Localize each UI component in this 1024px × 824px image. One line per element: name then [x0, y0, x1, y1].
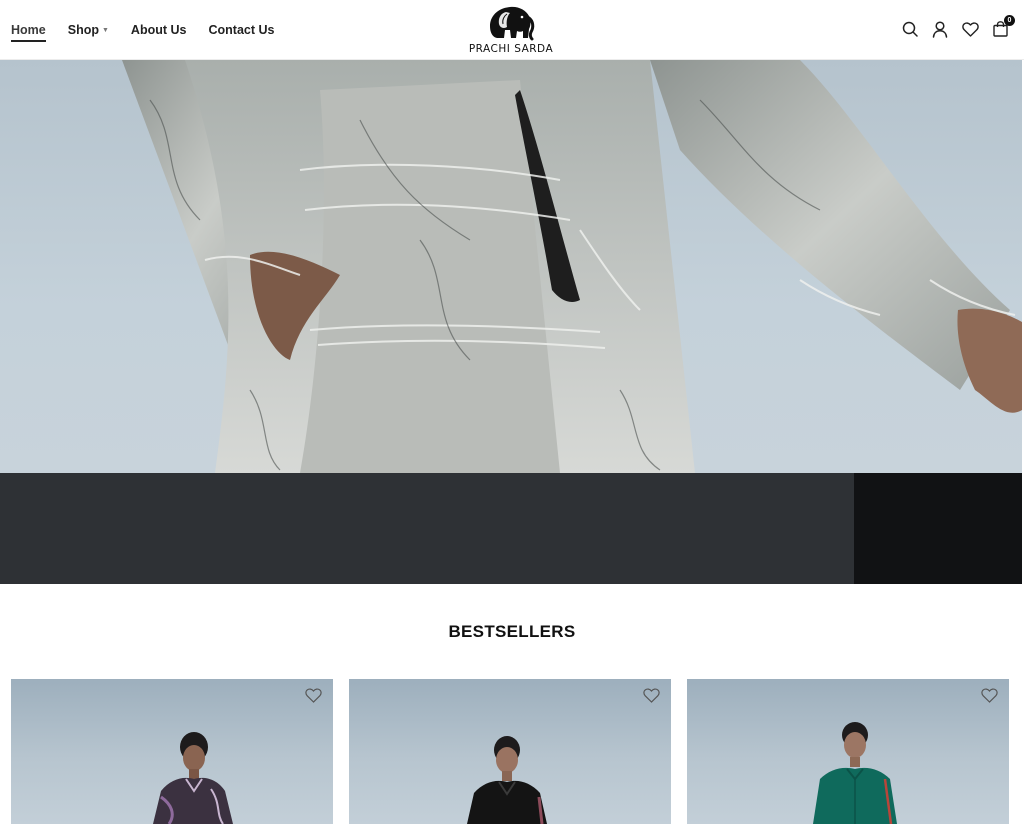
header-actions: 0	[890, 15, 1015, 39]
user-icon[interactable]	[930, 19, 950, 39]
heart-icon[interactable]	[643, 688, 661, 704]
hero-image	[122, 60, 1022, 473]
nav-home-link[interactable]: Home	[11, 23, 46, 42]
product-grid	[11, 679, 1011, 824]
heart-icon[interactable]	[305, 688, 323, 704]
site-header: Home Shop ▼ About Us Contact Us PRACHI SA…	[0, 0, 1024, 60]
cart-count-badge: 0	[1004, 15, 1015, 26]
heart-icon[interactable]	[981, 688, 999, 704]
banner-shadow	[854, 473, 1022, 584]
nav-shop-label: Shop	[67, 23, 99, 37]
nav-shop-link[interactable]: Shop ▼	[68, 23, 109, 37]
hero-banner[interactable]	[0, 60, 1022, 473]
section-title: BESTSELLERS	[448, 622, 576, 641]
nav-contact-label: Contact Us	[208, 23, 275, 37]
shopping-bag-icon[interactable]: 0	[990, 15, 1015, 39]
heart-icon[interactable]	[960, 19, 980, 39]
elephant-icon	[490, 6, 535, 41]
product-image	[467, 736, 547, 824]
dark-banner-strip	[0, 473, 1022, 584]
search-icon[interactable]	[900, 19, 920, 39]
product-card[interactable]	[687, 679, 1009, 824]
main-nav: Home Shop ▼ About Us Contact Us	[11, 0, 296, 60]
nav-about-link[interactable]: About Us	[131, 23, 187, 37]
nav-home-label: Home	[11, 23, 46, 37]
brand-name: PRACHI SARDA	[468, 43, 554, 55]
brand-logo[interactable]: PRACHI SARDA	[462, 4, 560, 58]
product-card[interactable]	[349, 679, 671, 824]
nav-about-label: About Us	[130, 23, 187, 37]
product-image	[153, 732, 233, 824]
product-image	[813, 722, 897, 824]
nav-contact-link[interactable]: Contact Us	[208, 23, 274, 37]
product-card[interactable]	[11, 679, 333, 824]
chevron-down-icon: ▼	[101, 26, 109, 34]
